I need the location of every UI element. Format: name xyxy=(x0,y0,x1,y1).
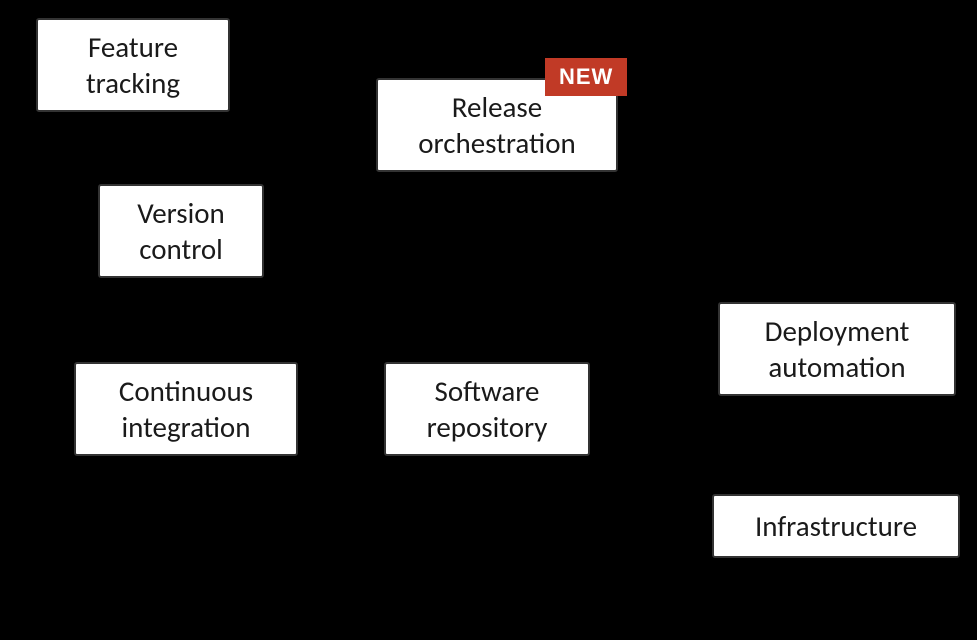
box-label: Software repository xyxy=(410,373,564,446)
box-infrastructure: Infrastructure xyxy=(712,494,960,558)
box-continuous-integration: Continuous integration xyxy=(74,362,298,456)
box-software-repository: Software repository xyxy=(384,362,590,456)
badge-label: NEW xyxy=(559,64,613,89)
box-label: Infrastructure xyxy=(755,508,917,544)
box-deployment-automation: Deployment automation xyxy=(718,302,956,396)
box-label: Version control xyxy=(124,195,238,268)
box-feature-tracking: Feature tracking xyxy=(36,18,230,112)
box-label: Release orchestration xyxy=(402,89,592,162)
box-label: Feature tracking xyxy=(62,29,204,102)
box-label: Continuous integration xyxy=(100,373,272,446)
new-badge: NEW xyxy=(545,58,627,96)
box-label: Deployment automation xyxy=(744,313,930,386)
box-version-control: Version control xyxy=(98,184,264,278)
